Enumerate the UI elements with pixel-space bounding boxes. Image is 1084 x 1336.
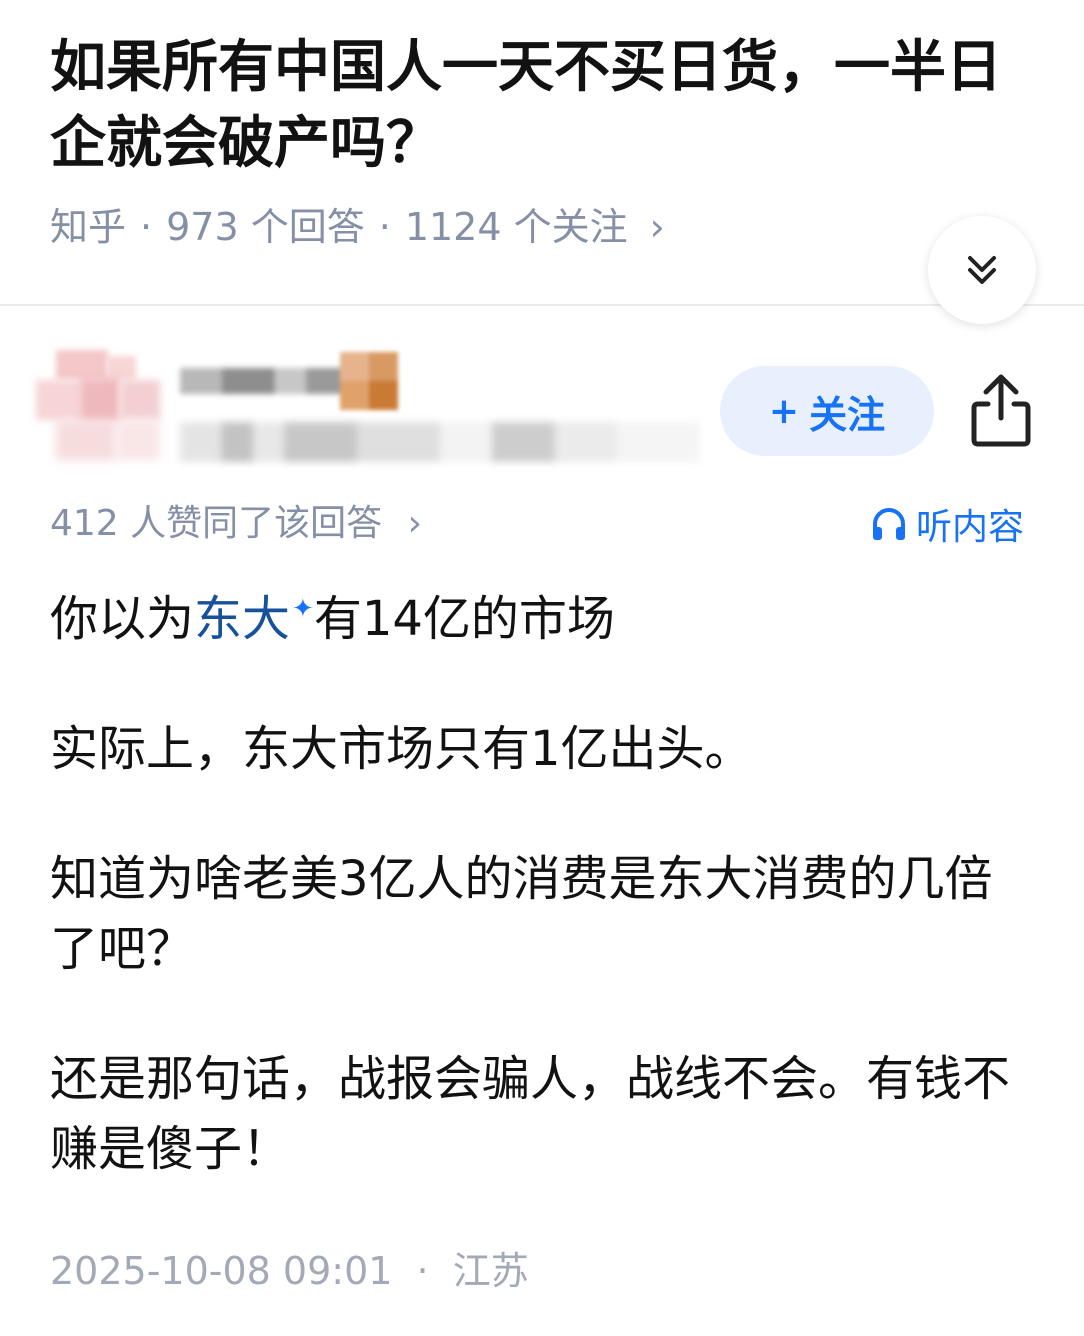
answer-footer: 2025-10-08 09:01 · 江苏 [50,1248,529,1294]
listen-label: 听内容 [916,507,1025,548]
sparkle-icon: ✦ [292,594,314,624]
meta-separator: · [378,205,391,249]
collapse-button[interactable] [928,216,1036,324]
headphones-icon [873,508,905,540]
paragraph-text: 你以为 [50,591,195,647]
meta-separator: · [140,205,153,249]
paragraph: 知道为啥老美3亿人的消费是东大消费的几倍了吧？ [50,851,993,977]
header-divider [0,304,1084,306]
author-avatar[interactable] [36,350,164,466]
meta-separator: · [416,1249,429,1293]
vote-count: 412 人赞同了该回答 [50,503,383,544]
paragraph: 你以为东大✦有14亿的市场 [50,574,1040,654]
question-meta[interactable]: 知乎 · 973 个回答 · 1124 个关注 › [50,200,665,254]
vote-summary[interactable]: 412 人赞同了该回答 › [50,500,422,548]
listen-button[interactable]: 听内容 [870,500,1024,548]
question-title[interactable]: 如果所有中国人一天不买日货，一半日企就会破产吗？ [50,30,1040,182]
share-icon[interactable] [968,372,1034,448]
chevron-right-icon: › [649,205,665,249]
follow-label: 关注 [809,392,886,437]
post-location: 江苏 [452,1249,529,1293]
answer-content: 你以为东大✦有14亿的市场 实际上，东大市场只有1亿出头。 知道为啥老美3亿人的… [50,574,1040,1184]
paragraph: 实际上，东大市场只有1亿出头。 [50,721,753,777]
paragraph-text: 有14亿的市场 [313,591,615,647]
paragraph: 还是那句话，战报会骗人，战线不会。有钱不赚是傻子！ [50,1051,1011,1177]
search-link[interactable]: 东大 [194,591,290,647]
follow-button[interactable]: + 关注 [720,366,934,456]
plus-icon: + [768,390,800,432]
source-label: 知乎 [50,205,127,249]
answer-count: 973 个回答 [166,205,365,249]
chevron-right-icon: › [407,503,423,544]
double-chevron-down-icon [968,256,996,284]
author-bio [180,422,700,462]
follower-count: 1124 个关注 [404,205,628,249]
post-date: 2025-10-08 09:01 [50,1249,393,1293]
author-badge [340,352,398,410]
